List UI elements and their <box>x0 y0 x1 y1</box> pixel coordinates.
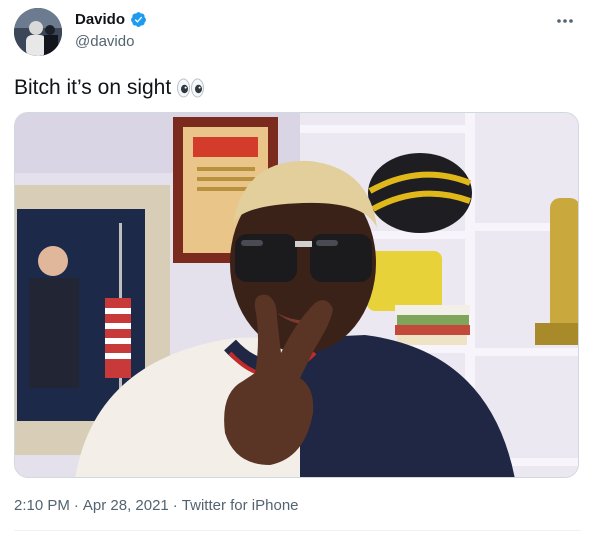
tweet-text-content: Bitch it’s on sight <box>14 76 172 99</box>
avatar[interactable] <box>14 8 62 56</box>
more-options-icon[interactable] <box>553 9 577 33</box>
author-name-row[interactable]: Davido <box>75 11 147 28</box>
author-display-name[interactable]: Davido <box>75 11 125 28</box>
meta-separator: · <box>172 497 178 514</box>
meta-separator: · <box>73 497 79 514</box>
tweet-text: Bitch it’s on sight <box>14 75 205 101</box>
author-handle[interactable]: @davido <box>75 33 134 50</box>
verified-badge-icon <box>130 11 147 28</box>
tweet-photo[interactable] <box>14 112 579 478</box>
divider <box>14 530 581 531</box>
tweet-timestamp-date[interactable]: Apr 28, 2021 <box>83 497 169 514</box>
tweet-timestamp-time[interactable]: 2:10 PM <box>14 497 70 514</box>
tweet-photo-image <box>15 113 578 477</box>
eyes-emoji-icon <box>177 78 205 98</box>
avatar-image <box>14 8 62 56</box>
tweet-source[interactable]: Twitter for iPhone <box>182 497 299 514</box>
tweet-meta: 2:10 PM · Apr 28, 2021 · Twitter for iPh… <box>14 497 299 514</box>
